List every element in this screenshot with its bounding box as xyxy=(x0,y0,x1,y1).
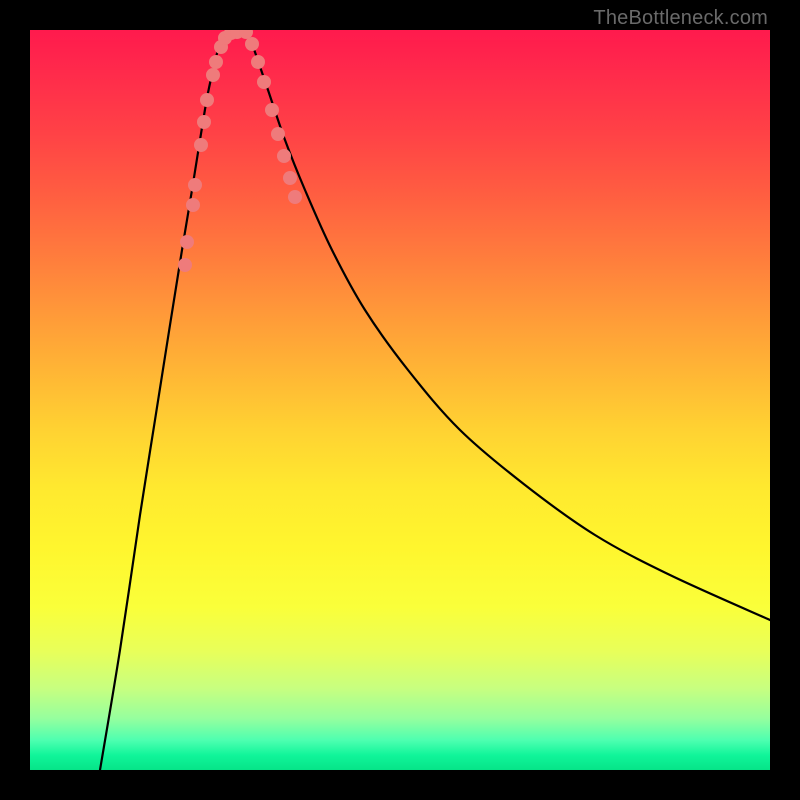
marker-left-markers xyxy=(209,55,223,69)
marker-right-markers xyxy=(251,55,265,69)
marker-left-markers xyxy=(188,178,202,192)
curve-group xyxy=(100,30,770,770)
marker-left-markers xyxy=(197,115,211,129)
marker-left-markers xyxy=(186,198,200,212)
plot-area xyxy=(30,30,770,770)
curve-left-branch xyxy=(100,32,228,770)
watermark-label: TheBottleneck.com xyxy=(593,7,768,30)
marker-right-markers xyxy=(257,75,271,89)
chart-svg xyxy=(30,30,770,770)
marker-left-markers xyxy=(194,138,208,152)
marker-left-markers xyxy=(180,235,194,249)
marker-left-markers xyxy=(178,258,192,272)
curve-right-branch xyxy=(248,32,770,620)
marker-right-markers xyxy=(277,149,291,163)
marker-right-markers xyxy=(271,127,285,141)
marker-right-markers xyxy=(288,190,302,204)
marker-left-markers xyxy=(200,93,214,107)
chart-frame: TheBottleneck.com xyxy=(0,0,800,800)
marker-left-markers xyxy=(206,68,220,82)
marker-right-markers xyxy=(245,37,259,51)
marker-right-markers xyxy=(283,171,297,185)
marker-right-markers xyxy=(265,103,279,117)
